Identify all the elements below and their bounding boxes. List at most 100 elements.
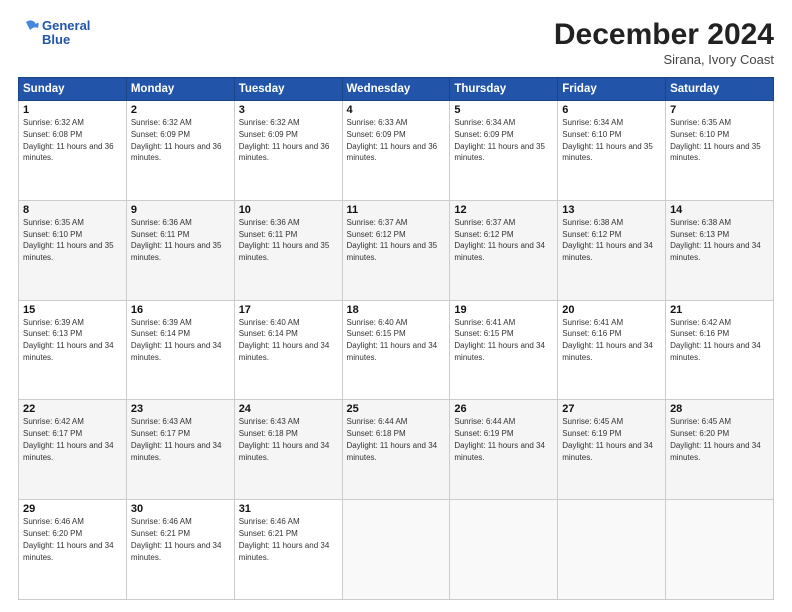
day-info: Sunrise: 6:46 AMSunset: 6:21 PMDaylight:… <box>239 517 330 561</box>
title-block: December 2024 Sirana, Ivory Coast <box>554 18 774 67</box>
day-number: 13 <box>562 204 661 216</box>
logo-bird-icon <box>18 18 40 48</box>
day-info: Sunrise: 6:43 AMSunset: 6:18 PMDaylight:… <box>239 417 330 461</box>
day-info: Sunrise: 6:41 AMSunset: 6:16 PMDaylight:… <box>562 318 653 362</box>
day-info: Sunrise: 6:46 AMSunset: 6:21 PMDaylight:… <box>131 517 222 561</box>
day-info: Sunrise: 6:40 AMSunset: 6:15 PMDaylight:… <box>347 318 438 362</box>
day-info: Sunrise: 6:41 AMSunset: 6:15 PMDaylight:… <box>454 318 545 362</box>
logo-container: General Blue <box>18 18 90 48</box>
calendar-day-cell: 23 Sunrise: 6:43 AMSunset: 6:17 PMDaylig… <box>126 400 234 500</box>
day-info: Sunrise: 6:36 AMSunset: 6:11 PMDaylight:… <box>239 218 330 262</box>
page: General Blue December 2024 Sirana, Ivory… <box>0 0 792 612</box>
day-number: 26 <box>454 403 553 415</box>
calendar-week-row: 29 Sunrise: 6:46 AMSunset: 6:20 PMDaylig… <box>19 500 774 600</box>
calendar-day-cell: 5 Sunrise: 6:34 AMSunset: 6:09 PMDayligh… <box>450 101 558 201</box>
day-number: 8 <box>23 204 122 216</box>
day-number: 24 <box>239 403 338 415</box>
weekday-header-cell: Saturday <box>666 78 774 101</box>
weekday-header-cell: Thursday <box>450 78 558 101</box>
calendar-day-cell: 31 Sunrise: 6:46 AMSunset: 6:21 PMDaylig… <box>234 500 342 600</box>
logo-general: General <box>42 19 90 33</box>
day-number: 23 <box>131 403 230 415</box>
day-info: Sunrise: 6:39 AMSunset: 6:14 PMDaylight:… <box>131 318 222 362</box>
day-number: 1 <box>23 104 122 116</box>
calendar-day-cell <box>342 500 450 600</box>
day-number: 12 <box>454 204 553 216</box>
day-number: 7 <box>670 104 769 116</box>
day-number: 27 <box>562 403 661 415</box>
day-info: Sunrise: 6:46 AMSunset: 6:20 PMDaylight:… <box>23 517 114 561</box>
calendar-table: SundayMondayTuesdayWednesdayThursdayFrid… <box>18 77 774 600</box>
day-number: 20 <box>562 304 661 316</box>
day-number: 9 <box>131 204 230 216</box>
day-number: 16 <box>131 304 230 316</box>
day-number: 21 <box>670 304 769 316</box>
calendar-day-cell: 27 Sunrise: 6:45 AMSunset: 6:19 PMDaylig… <box>558 400 666 500</box>
day-info: Sunrise: 6:45 AMSunset: 6:20 PMDaylight:… <box>670 417 761 461</box>
calendar-day-cell: 12 Sunrise: 6:37 AMSunset: 6:12 PMDaylig… <box>450 200 558 300</box>
calendar-day-cell: 6 Sunrise: 6:34 AMSunset: 6:10 PMDayligh… <box>558 101 666 201</box>
day-number: 30 <box>131 503 230 515</box>
day-info: Sunrise: 6:44 AMSunset: 6:18 PMDaylight:… <box>347 417 438 461</box>
month-title: December 2024 <box>554 18 774 52</box>
day-info: Sunrise: 6:45 AMSunset: 6:19 PMDaylight:… <box>562 417 653 461</box>
weekday-header-cell: Wednesday <box>342 78 450 101</box>
day-number: 14 <box>670 204 769 216</box>
day-number: 18 <box>347 304 446 316</box>
day-info: Sunrise: 6:36 AMSunset: 6:11 PMDaylight:… <box>131 218 222 262</box>
day-number: 5 <box>454 104 553 116</box>
day-info: Sunrise: 6:32 AMSunset: 6:09 PMDaylight:… <box>239 118 330 162</box>
calendar-day-cell <box>666 500 774 600</box>
calendar-day-cell: 8 Sunrise: 6:35 AMSunset: 6:10 PMDayligh… <box>19 200 127 300</box>
calendar-day-cell: 30 Sunrise: 6:46 AMSunset: 6:21 PMDaylig… <box>126 500 234 600</box>
day-number: 25 <box>347 403 446 415</box>
day-info: Sunrise: 6:40 AMSunset: 6:14 PMDaylight:… <box>239 318 330 362</box>
day-number: 3 <box>239 104 338 116</box>
day-number: 2 <box>131 104 230 116</box>
day-number: 11 <box>347 204 446 216</box>
day-info: Sunrise: 6:38 AMSunset: 6:12 PMDaylight:… <box>562 218 653 262</box>
weekday-header-cell: Tuesday <box>234 78 342 101</box>
day-info: Sunrise: 6:42 AMSunset: 6:17 PMDaylight:… <box>23 417 114 461</box>
calendar-day-cell: 14 Sunrise: 6:38 AMSunset: 6:13 PMDaylig… <box>666 200 774 300</box>
day-info: Sunrise: 6:32 AMSunset: 6:08 PMDaylight:… <box>23 118 114 162</box>
day-number: 31 <box>239 503 338 515</box>
day-number: 19 <box>454 304 553 316</box>
calendar-day-cell: 3 Sunrise: 6:32 AMSunset: 6:09 PMDayligh… <box>234 101 342 201</box>
logo: General Blue <box>18 18 90 48</box>
calendar-day-cell: 9 Sunrise: 6:36 AMSunset: 6:11 PMDayligh… <box>126 200 234 300</box>
calendar-day-cell: 17 Sunrise: 6:40 AMSunset: 6:14 PMDaylig… <box>234 300 342 400</box>
day-info: Sunrise: 6:42 AMSunset: 6:16 PMDaylight:… <box>670 318 761 362</box>
day-info: Sunrise: 6:35 AMSunset: 6:10 PMDaylight:… <box>23 218 114 262</box>
day-info: Sunrise: 6:34 AMSunset: 6:09 PMDaylight:… <box>454 118 545 162</box>
calendar-day-cell: 1 Sunrise: 6:32 AMSunset: 6:08 PMDayligh… <box>19 101 127 201</box>
day-number: 4 <box>347 104 446 116</box>
calendar-day-cell: 26 Sunrise: 6:44 AMSunset: 6:19 PMDaylig… <box>450 400 558 500</box>
calendar-day-cell: 16 Sunrise: 6:39 AMSunset: 6:14 PMDaylig… <box>126 300 234 400</box>
calendar-day-cell: 29 Sunrise: 6:46 AMSunset: 6:20 PMDaylig… <box>19 500 127 600</box>
location: Sirana, Ivory Coast <box>554 52 774 67</box>
calendar-week-row: 15 Sunrise: 6:39 AMSunset: 6:13 PMDaylig… <box>19 300 774 400</box>
calendar-day-cell: 24 Sunrise: 6:43 AMSunset: 6:18 PMDaylig… <box>234 400 342 500</box>
calendar-day-cell: 18 Sunrise: 6:40 AMSunset: 6:15 PMDaylig… <box>342 300 450 400</box>
day-number: 15 <box>23 304 122 316</box>
calendar-day-cell: 21 Sunrise: 6:42 AMSunset: 6:16 PMDaylig… <box>666 300 774 400</box>
calendar-day-cell: 19 Sunrise: 6:41 AMSunset: 6:15 PMDaylig… <box>450 300 558 400</box>
calendar-day-cell: 11 Sunrise: 6:37 AMSunset: 6:12 PMDaylig… <box>342 200 450 300</box>
logo-text: General Blue <box>42 19 90 48</box>
calendar-week-row: 22 Sunrise: 6:42 AMSunset: 6:17 PMDaylig… <box>19 400 774 500</box>
day-number: 29 <box>23 503 122 515</box>
calendar-week-row: 1 Sunrise: 6:32 AMSunset: 6:08 PMDayligh… <box>19 101 774 201</box>
calendar-day-cell: 4 Sunrise: 6:33 AMSunset: 6:09 PMDayligh… <box>342 101 450 201</box>
calendar-day-cell: 20 Sunrise: 6:41 AMSunset: 6:16 PMDaylig… <box>558 300 666 400</box>
day-info: Sunrise: 6:38 AMSunset: 6:13 PMDaylight:… <box>670 218 761 262</box>
day-info: Sunrise: 6:37 AMSunset: 6:12 PMDaylight:… <box>454 218 545 262</box>
day-info: Sunrise: 6:37 AMSunset: 6:12 PMDaylight:… <box>347 218 438 262</box>
day-number: 10 <box>239 204 338 216</box>
day-number: 6 <box>562 104 661 116</box>
calendar-day-cell: 28 Sunrise: 6:45 AMSunset: 6:20 PMDaylig… <box>666 400 774 500</box>
calendar-week-row: 8 Sunrise: 6:35 AMSunset: 6:10 PMDayligh… <box>19 200 774 300</box>
day-info: Sunrise: 6:33 AMSunset: 6:09 PMDaylight:… <box>347 118 438 162</box>
day-number: 22 <box>23 403 122 415</box>
weekday-header-row: SundayMondayTuesdayWednesdayThursdayFrid… <box>19 78 774 101</box>
